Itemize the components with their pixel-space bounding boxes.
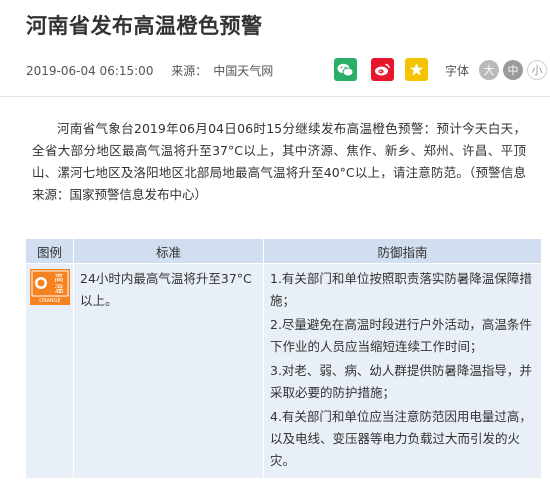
header-legend: 图例 [25,238,74,264]
guide-item: 2.尽量避免在高温时段进行户外活动，高温条件下作业的人员应当缩短连续工作时间； [270,317,532,354]
font-size-switcher: 字体 大 中 小 [445,60,548,80]
legend-cell: 高 温 ORANGE [25,263,74,479]
warning-guide-table: 图例 标准 防御指南 高 温 ORANGE 24小时内最高气温将升至37°C以上… [25,238,542,479]
table-header-row: 图例 标准 防御指南 [25,238,542,264]
source-label: 来源： [171,64,208,78]
font-size-medium-button[interactable]: 中 [503,60,524,80]
header-standard: 标准 [73,238,264,264]
font-size-large-button[interactable]: 大 [479,60,500,80]
standard-cell: 24小时内最高气温将升至37°C以上。 [73,263,264,479]
font-size-label: 字体 [445,63,470,78]
article-body: 河南省气象台2019年06月04日06时15分继续发布高温橙色预警：预计今天白天… [32,121,526,202]
share-qzone-button[interactable] [405,58,428,81]
guide-item: 1.有关部门和单位按照职责落实防暑降温保障措施； [270,271,532,308]
guide-list: 1.有关部门和单位按照职责落实防暑降温保障措施； 2.尽量避免在高温时段进行户外… [270,268,535,472]
source-name: 中国天气网 [213,64,274,78]
guide-item: 4.有关部门和单位应当注意防范因用电量过高，以及电线、变压器等电力负载过大而引发… [270,409,532,468]
publish-datetime: 2019-06-04 06:15:00 [26,64,154,78]
guide-cell: 1.有关部门和单位按照职责落实防暑降温保障措施； 2.尽量避免在高温时段进行户外… [263,263,542,479]
article-meta: 2019-06-04 06:15:00 来源： 中国天气网 [26,62,273,79]
divider [0,96,550,97]
icon-caption: ORANGE [39,298,60,304]
wechat-icon [337,63,354,76]
header-guide: 防御指南 [263,238,542,264]
table-row: 高 温 ORANGE 24小时内最高气温将升至37°C以上。 1.有关部门和单位… [25,263,542,479]
share-wechat-button[interactable] [334,58,357,81]
font-size-small-button[interactable]: 小 [527,60,548,80]
icon-text-bottom: 温 [54,284,63,295]
weibo-icon [375,63,390,76]
share-weibo-button[interactable] [371,58,394,81]
guide-item: 3.对老、弱、病、幼人群提供防暑降温指导，并采取必要的防护措施； [270,363,532,400]
icon-text-top: 高 [54,272,63,284]
high-temperature-orange-warning-icon: 高 温 ORANGE [30,269,70,305]
qzone-star-icon [409,63,424,76]
page-title: 河南省发布高温橙色预警 [26,14,263,38]
